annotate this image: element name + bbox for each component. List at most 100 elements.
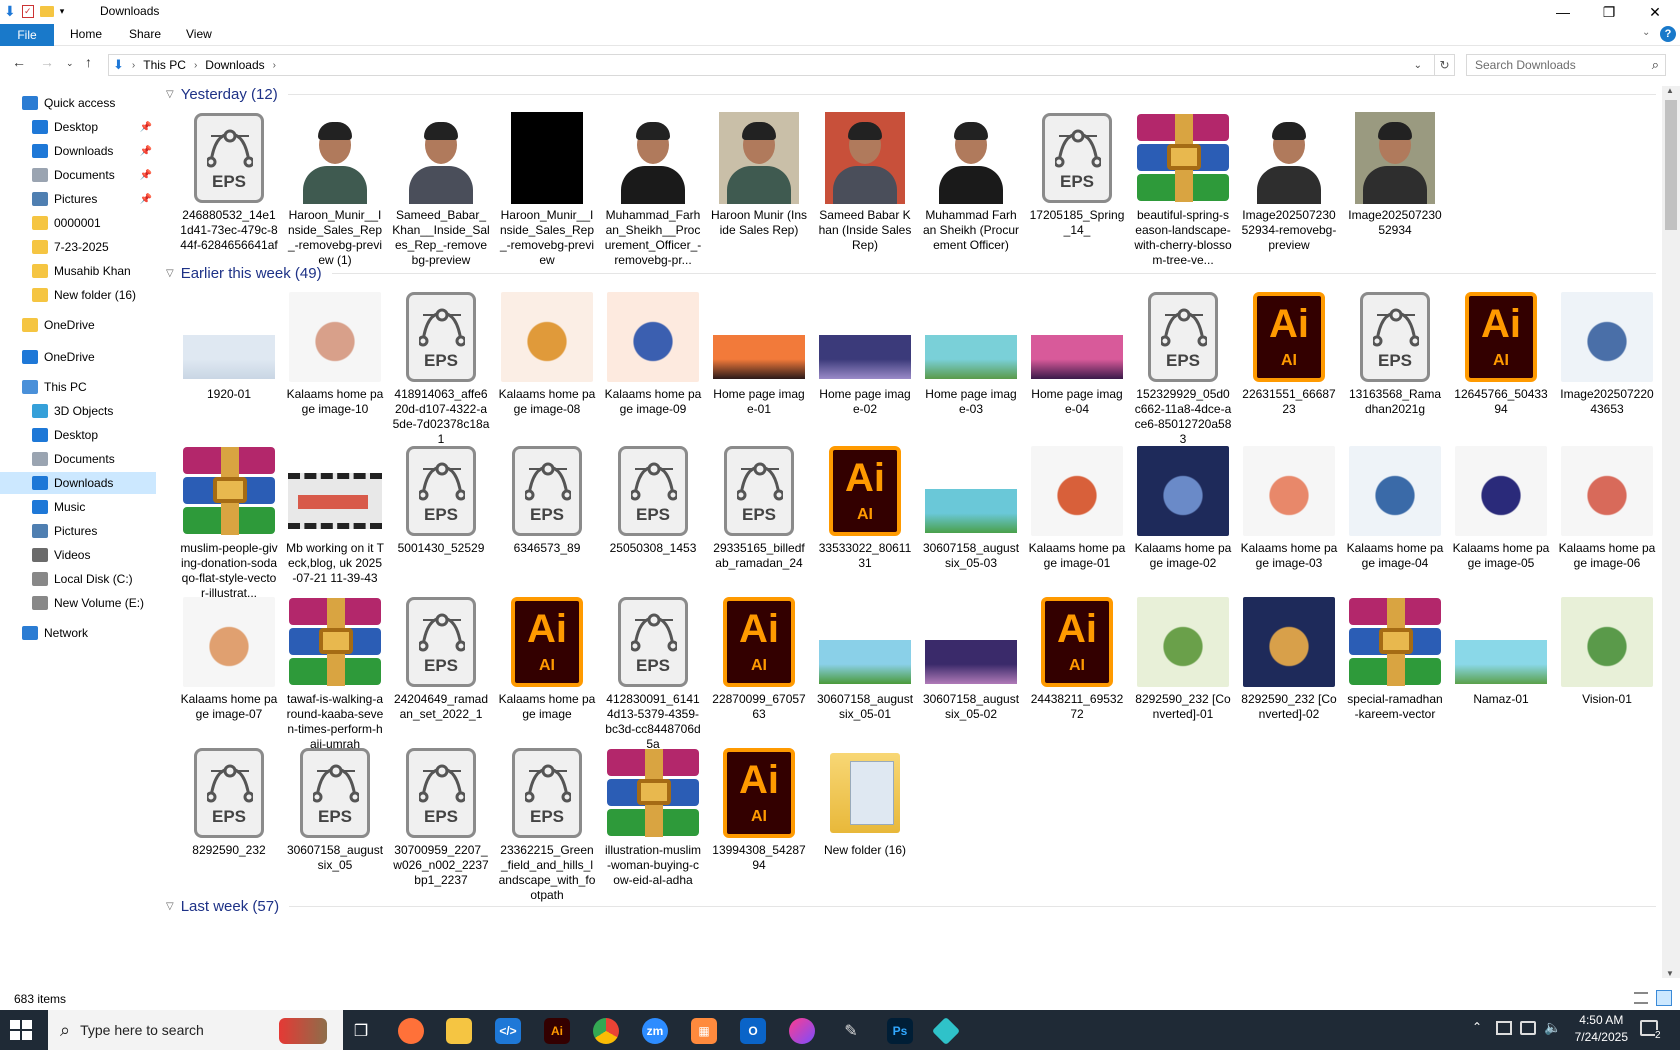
recent-locations-icon[interactable]: ⌄ [66,58,74,69]
file-item[interactable]: Ai AI 13994308_5428794 [710,745,808,873]
address-dropdown-icon[interactable]: ⌄ [1414,60,1422,71]
file-item[interactable]: Ai AI 24438211_6953272 [1028,594,1126,722]
file-item[interactable]: EPS 8292590_232 [180,745,278,858]
task-view-icon[interactable]: ❒ [348,1018,374,1044]
nav-item-pictures[interactable]: Pictures [0,520,156,542]
vscode-icon[interactable]: </> [495,1018,521,1044]
minimize-button[interactable]: — [1540,0,1586,24]
file-item[interactable]: Muhammad Farhan Sheikh (Procurement Offi… [922,110,1020,253]
nav-item-new-folder-16[interactable]: New folder (16) [0,284,156,306]
file-item[interactable]: Sameed_Babar_Khan__Inside_Sales_Rep_-rem… [392,110,490,268]
photoshop-icon[interactable]: Ps [887,1018,913,1044]
nav-item-0000001[interactable]: 0000001 [0,212,156,234]
nav-item-new-volume-e[interactable]: New Volume (E:) [0,592,156,614]
customize-toolbar-icon[interactable]: ▾ [60,6,65,17]
tab-view[interactable]: View [186,27,212,41]
file-item[interactable]: EPS 13163568_Ramadhan2021g [1346,289,1444,417]
tab-share[interactable]: Share [129,27,161,41]
file-item[interactable]: EPS 17205185_Spring_14_ [1028,110,1126,238]
file-explorer-icon[interactable] [446,1018,472,1044]
file-item[interactable]: EPS 24204649_ramadan_set_2022_1 [392,594,490,722]
file-item[interactable]: Kalaams home page image-05 [1452,443,1550,571]
file-item[interactable]: Kalaams home page image-09 [604,289,702,417]
breadcrumb-downloads[interactable]: Downloads [205,58,264,72]
file-item[interactable]: EPS 25050308_1453 [604,443,702,556]
illustrator-icon[interactable]: Ai [544,1018,570,1044]
search-input[interactable]: Search Downloads ⌕ [1466,54,1666,76]
show-hidden-icons-icon[interactable]: ⌃ [1472,1020,1482,1034]
firefox-icon[interactable] [398,1018,424,1044]
file-item[interactable]: 1920-01 [180,289,278,402]
download-icon[interactable]: ⬇ [4,3,16,20]
tab-home[interactable]: Home [70,27,102,41]
file-item[interactable]: 8292590_232 [Converted]-01 [1134,594,1232,722]
breadcrumb-this-pc[interactable]: This PC [143,58,186,72]
nav-item-musahib-khan[interactable]: Musahib Khan [0,260,156,282]
nav-item-desktop[interactable]: Desktop 📌 [0,116,156,138]
file-item[interactable]: EPS 30607158_augustsix_05 [286,745,384,873]
windows-start-icon[interactable] [10,1020,32,1040]
file-item[interactable]: Home page image-02 [816,289,914,417]
file-item[interactable]: Image20250723052934-removebg-preview [1240,110,1338,253]
nav-item-downloads[interactable]: Downloads 📌 [0,140,156,162]
refresh-icon[interactable]: ↻ [1435,54,1455,76]
file-item[interactable]: EPS 30700959_2207_w026_n002_2237bp1_2237 [392,745,490,888]
file-item[interactable]: beautiful-spring-season-landscape-with-c… [1134,110,1232,268]
folder-icon[interactable] [39,6,54,17]
file-item[interactable]: 8292590_232 [Converted]-02 [1240,594,1338,722]
file-item[interactable]: Haroon_Munir__Inside_Sales_Rep_-removebg… [498,110,596,268]
nav-item-pictures[interactable]: Pictures 📌 [0,188,156,210]
nav-item-videos[interactable]: Videos [0,544,156,566]
vertical-scrollbar[interactable]: ▲ ▼ [1662,86,1680,978]
scroll-down-icon[interactable]: ▼ [1666,969,1674,978]
file-item[interactable]: Haroon Munir (Inside Sales Rep) [710,110,808,238]
file-item[interactable]: EPS 412830091_61414d13-5379-4359-bc3d-cc8… [604,594,702,752]
pen-tool-icon[interactable]: ✎ [838,1018,864,1044]
nav-item-music[interactable]: Music [0,496,156,518]
file-item[interactable]: Haroon_Munir__Inside_Sales_Rep_-removebg… [286,110,384,268]
file-item[interactable]: 30607158_augustsix_05-01 [816,594,914,722]
back-icon[interactable]: ← [12,54,26,70]
nav-item-documents[interactable]: Documents [0,448,156,470]
volume-tray-icon[interactable]: 🔈 [1544,1019,1561,1036]
nav-item-quick-access[interactable]: Quick access [0,92,156,114]
file-item[interactable]: Kalaams home page image-01 [1028,443,1126,571]
chrome-icon[interactable] [593,1018,619,1044]
chevron-down-icon[interactable]: ▽ [166,901,174,912]
file-item[interactable]: Ai AI 22631551_6668723 [1240,289,1338,417]
file-item[interactable]: Ai AI 12645766_5043394 [1452,289,1550,417]
file-item[interactable]: Kalaams home page image-04 [1346,443,1444,571]
file-item[interactable]: 30607158_augustsix_05-02 [922,594,1020,722]
file-item[interactable]: Home page image-01 [710,289,808,417]
clock[interactable]: 4:50 AM 7/24/2025 [1575,1012,1628,1046]
file-item[interactable]: tawaf-is-walking-around-kaaba-seven-time… [286,594,384,752]
file-item[interactable]: EPS 5001430_52529 [392,443,490,556]
group-header[interactable]: ▽ Last week (57) [166,898,1656,915]
file-item[interactable]: Mb working on it Teck,blog, uk 2025-07-2… [286,443,384,586]
file-item[interactable]: EPS 152329929_05d0c662-11a8-4dce-ace6-850… [1134,289,1232,447]
nav-item-network[interactable]: Network [0,622,156,644]
address-path[interactable]: ⬇ › This PC › Downloads › ⌄ [108,54,1435,76]
expand-ribbon-icon[interactable]: ⌄ [1642,27,1650,38]
file-item[interactable]: special-ramadhan-kareem-vector [1346,594,1444,722]
details-view-icon[interactable] [1634,992,1648,1004]
file-item[interactable]: Ai AI Kalaams home page image [498,594,596,722]
properties-icon[interactable]: ✓ [21,5,34,18]
network-tray-icon[interactable] [1496,1021,1512,1035]
chevron-down-icon[interactable]: ▽ [166,268,174,279]
scroll-thumb[interactable] [1665,100,1677,230]
file-item[interactable]: EPS 6346573_89 [498,443,596,556]
file-item[interactable]: illustration-muslim-woman-buying-cow-eid… [604,745,702,888]
nav-item-7-23-2025[interactable]: 7-23-2025 [0,236,156,258]
scroll-up-icon[interactable]: ▲ [1666,86,1674,95]
nav-item-this-pc[interactable]: This PC [0,376,156,398]
file-item[interactable]: Kalaams home page image-03 [1240,443,1338,571]
help-icon[interactable]: ? [1660,26,1676,42]
maximize-button[interactable]: ❐ [1586,0,1632,24]
file-item[interactable]: Sameed Babar Khan (Inside Sales Rep) [816,110,914,253]
file-item[interactable]: Kalaams home page image-10 [286,289,384,417]
file-item[interactable]: Image20250723052934 [1346,110,1444,238]
file-item[interactable]: EPS 29335165_billedfab_ramadan_24 [710,443,808,571]
nav-item-3d-objects[interactable]: 3D Objects [0,400,156,422]
nav-item-desktop[interactable]: Desktop [0,424,156,446]
